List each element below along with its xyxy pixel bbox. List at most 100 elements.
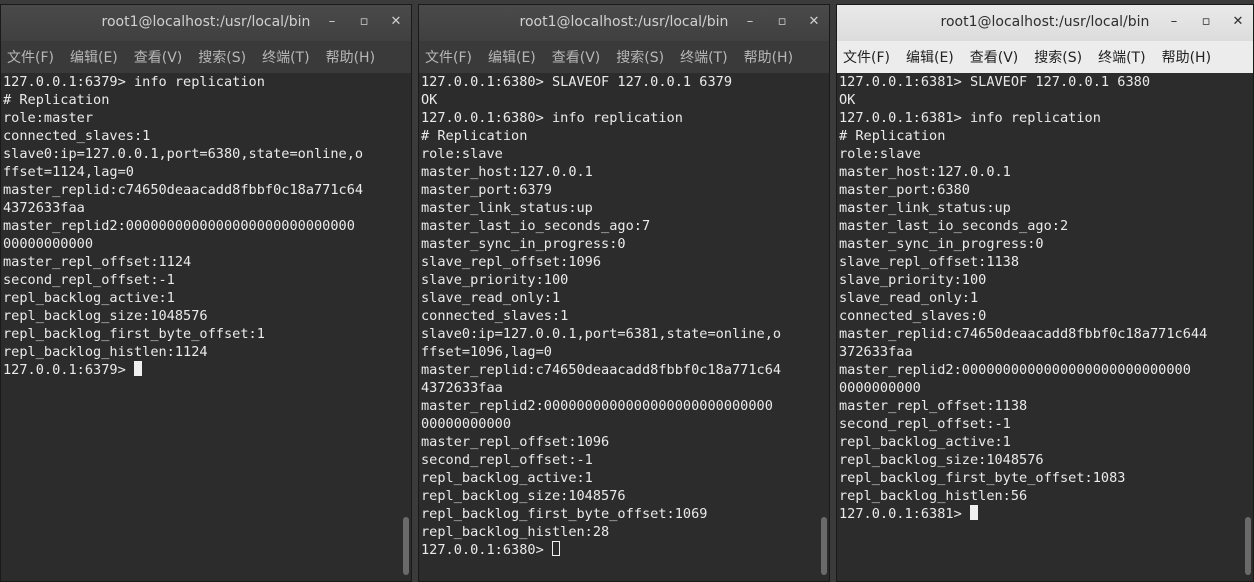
terminal-line: master_last_io_seconds_ago:7	[421, 218, 651, 234]
terminal-line: 127.0.0.1:6380> SLAVEOF 127.0.0.1 6379	[421, 74, 732, 90]
terminal-line: 00000000000	[421, 416, 512, 432]
terminal-line: master_replid:c74650deaacadd8fbbf0c18a77…	[421, 362, 782, 378]
text-cursor	[551, 541, 560, 556]
terminal-line: repl_backlog_size:1048576	[839, 452, 1044, 468]
terminal-line: 127.0.0.1:6380> info replication	[421, 110, 683, 126]
text-cursor	[969, 505, 978, 520]
terminal-line: master_replid2:0000000000000000000000000…	[839, 362, 1191, 378]
scrollbar-thumb[interactable]	[821, 517, 827, 575]
close-button[interactable]: ✕	[805, 14, 823, 29]
text-cursor	[133, 361, 142, 376]
menu-terminal[interactable]: 终端(T)	[680, 47, 727, 67]
terminal-line: connected_slaves:1	[3, 128, 151, 144]
menu-view[interactable]: 查看(V)	[134, 47, 183, 67]
menu-view[interactable]: 查看(V)	[552, 47, 601, 67]
shell-prompt: 127.0.0.1:6381>	[839, 506, 970, 522]
terminal-line: 127.0.0.1:6379> info replication	[3, 74, 265, 90]
terminal-line: master_port:6379	[421, 182, 552, 198]
menu-search[interactable]: 搜索(S)	[198, 47, 246, 67]
terminal-line: repl_backlog_first_byte_offset:1069	[421, 506, 708, 522]
menu-file[interactable]: 文件(F)	[7, 47, 54, 67]
maximize-button[interactable]: ▫	[355, 14, 373, 29]
terminal-line: role:master	[3, 110, 94, 126]
terminal-line: 127.0.0.1:6381> SLAVEOF 127.0.0.1 6380	[839, 74, 1150, 90]
menu-help[interactable]: 帮助(H)	[744, 47, 793, 67]
terminal-line: connected_slaves:0	[839, 308, 987, 324]
terminal-line: master_repl_offset:1124	[3, 254, 192, 270]
menu-help[interactable]: 帮助(H)	[1162, 47, 1211, 67]
menu-edit[interactable]: 编辑(E)	[488, 47, 536, 67]
scrollbar[interactable]	[1243, 73, 1253, 581]
menu-file[interactable]: 文件(F)	[425, 47, 472, 67]
shell-prompt: 127.0.0.1:6379>	[3, 362, 134, 378]
terminal-line: repl_backlog_size:1048576	[421, 488, 626, 504]
terminal-line: repl_backlog_histlen:28	[421, 524, 610, 540]
terminal-line: 4372633faa	[3, 200, 85, 216]
scrollbar-thumb[interactable]	[403, 517, 409, 575]
terminal-line: repl_backlog_histlen:56	[839, 488, 1028, 504]
terminal-output[interactable]: 127.0.0.1:6379> info replication # Replic…	[1, 73, 401, 581]
shell-prompt: 127.0.0.1:6380>	[421, 542, 552, 558]
terminal-line: # Replication	[421, 128, 528, 144]
terminal-line: ffset=1124,lag=0	[3, 164, 134, 180]
terminal-line: master_replid2:0000000000000000000000000…	[421, 398, 773, 414]
terminal-window-3[interactable]: root1@localhost:/usr/local/bin – ▫ ✕ 文件(…	[836, 4, 1254, 582]
terminal-output[interactable]: 127.0.0.1:6380> SLAVEOF 127.0.0.1 6379 OK…	[419, 73, 819, 581]
prompt-line[interactable]: 127.0.0.1:6381>	[839, 505, 1243, 523]
terminal-line: OK	[421, 92, 438, 108]
terminal-line: repl_backlog_active:1	[421, 470, 593, 486]
terminal-line: slave0:ip=127.0.0.1,port=6381,state=onli…	[421, 326, 782, 342]
terminal-line: master_replid:c74650deaacadd8fbbf0c18a77…	[3, 182, 364, 198]
terminal-line: master_repl_offset:1096	[421, 434, 610, 450]
terminal-line: master_repl_offset:1138	[839, 398, 1028, 414]
minimize-button[interactable]: –	[323, 14, 341, 29]
title-bar[interactable]: root1@localhost:/usr/local/bin – ▫ ✕	[837, 5, 1253, 41]
terminal-line: master_replid:c74650deaacadd8fbbf0c18a77…	[839, 326, 1208, 342]
close-button[interactable]: ✕	[1229, 14, 1247, 29]
terminal-window-2[interactable]: root1@localhost:/usr/local/bin – ▫ ✕ 文件(…	[418, 4, 830, 582]
menu-terminal[interactable]: 终端(T)	[262, 47, 309, 67]
terminal-line: role:slave	[839, 146, 921, 162]
terminal-line: master_link_status:up	[421, 200, 593, 216]
menu-edit[interactable]: 编辑(E)	[70, 47, 118, 67]
menu-view[interactable]: 查看(V)	[970, 47, 1019, 67]
terminal-line: # Replication	[839, 128, 946, 144]
terminal-line: master_host:127.0.0.1	[839, 164, 1011, 180]
terminal-line: repl_backlog_active:1	[3, 290, 175, 306]
terminal-line: slave_repl_offset:1138	[839, 254, 1020, 270]
minimize-button[interactable]: –	[1165, 14, 1183, 29]
menu-search[interactable]: 搜索(S)	[616, 47, 664, 67]
scrollbar-thumb[interactable]	[1245, 517, 1251, 575]
terminal-window-1[interactable]: root1@localhost:/usr/local/bin – ▫ ✕ 文件(…	[0, 4, 412, 582]
prompt-line[interactable]: 127.0.0.1:6380>	[421, 541, 819, 559]
prompt-line[interactable]: 127.0.0.1:6379>	[3, 361, 401, 379]
close-button[interactable]: ✕	[387, 14, 405, 29]
menu-search[interactable]: 搜索(S)	[1034, 47, 1082, 67]
minimize-button[interactable]: –	[741, 14, 759, 29]
terminal-line: repl_backlog_first_byte_offset:1083	[839, 470, 1126, 486]
terminal-line: master_last_io_seconds_ago:2	[839, 218, 1069, 234]
terminal-line: master_port:6380	[839, 182, 970, 198]
menu-bar: 文件(F) 编辑(E) 查看(V) 搜索(S) 终端(T) 帮助(H)	[837, 41, 1253, 73]
menu-bar: 文件(F) 编辑(E) 查看(V) 搜索(S) 终端(T) 帮助(H)	[419, 41, 829, 73]
terminal-line: 0000000000	[839, 380, 921, 396]
title-bar[interactable]: root1@localhost:/usr/local/bin – ▫ ✕	[1, 5, 411, 41]
terminal-line: slave_read_only:1	[839, 290, 979, 306]
menu-edit[interactable]: 编辑(E)	[906, 47, 954, 67]
terminal-line: 372633faa	[839, 344, 913, 360]
title-bar[interactable]: root1@localhost:/usr/local/bin – ▫ ✕	[419, 5, 829, 41]
scrollbar[interactable]	[819, 73, 829, 581]
menu-terminal[interactable]: 终端(T)	[1098, 47, 1145, 67]
terminal-line: role:slave	[421, 146, 503, 162]
terminal-line: 4372633faa	[421, 380, 503, 396]
terminal-output[interactable]: 127.0.0.1:6381> SLAVEOF 127.0.0.1 6380 OK…	[837, 73, 1243, 581]
terminal-line: slave_priority:100	[421, 272, 569, 288]
terminal-line: slave0:ip=127.0.0.1,port=6380,state=onli…	[3, 146, 364, 162]
menu-file[interactable]: 文件(F)	[843, 47, 890, 67]
maximize-button[interactable]: ▫	[773, 14, 791, 29]
terminal-line: slave_repl_offset:1096	[421, 254, 602, 270]
menu-help[interactable]: 帮助(H)	[326, 47, 375, 67]
scrollbar[interactable]	[401, 73, 411, 581]
maximize-button[interactable]: ▫	[1197, 14, 1215, 29]
terminal-line: repl_backlog_histlen:1124	[3, 344, 208, 360]
